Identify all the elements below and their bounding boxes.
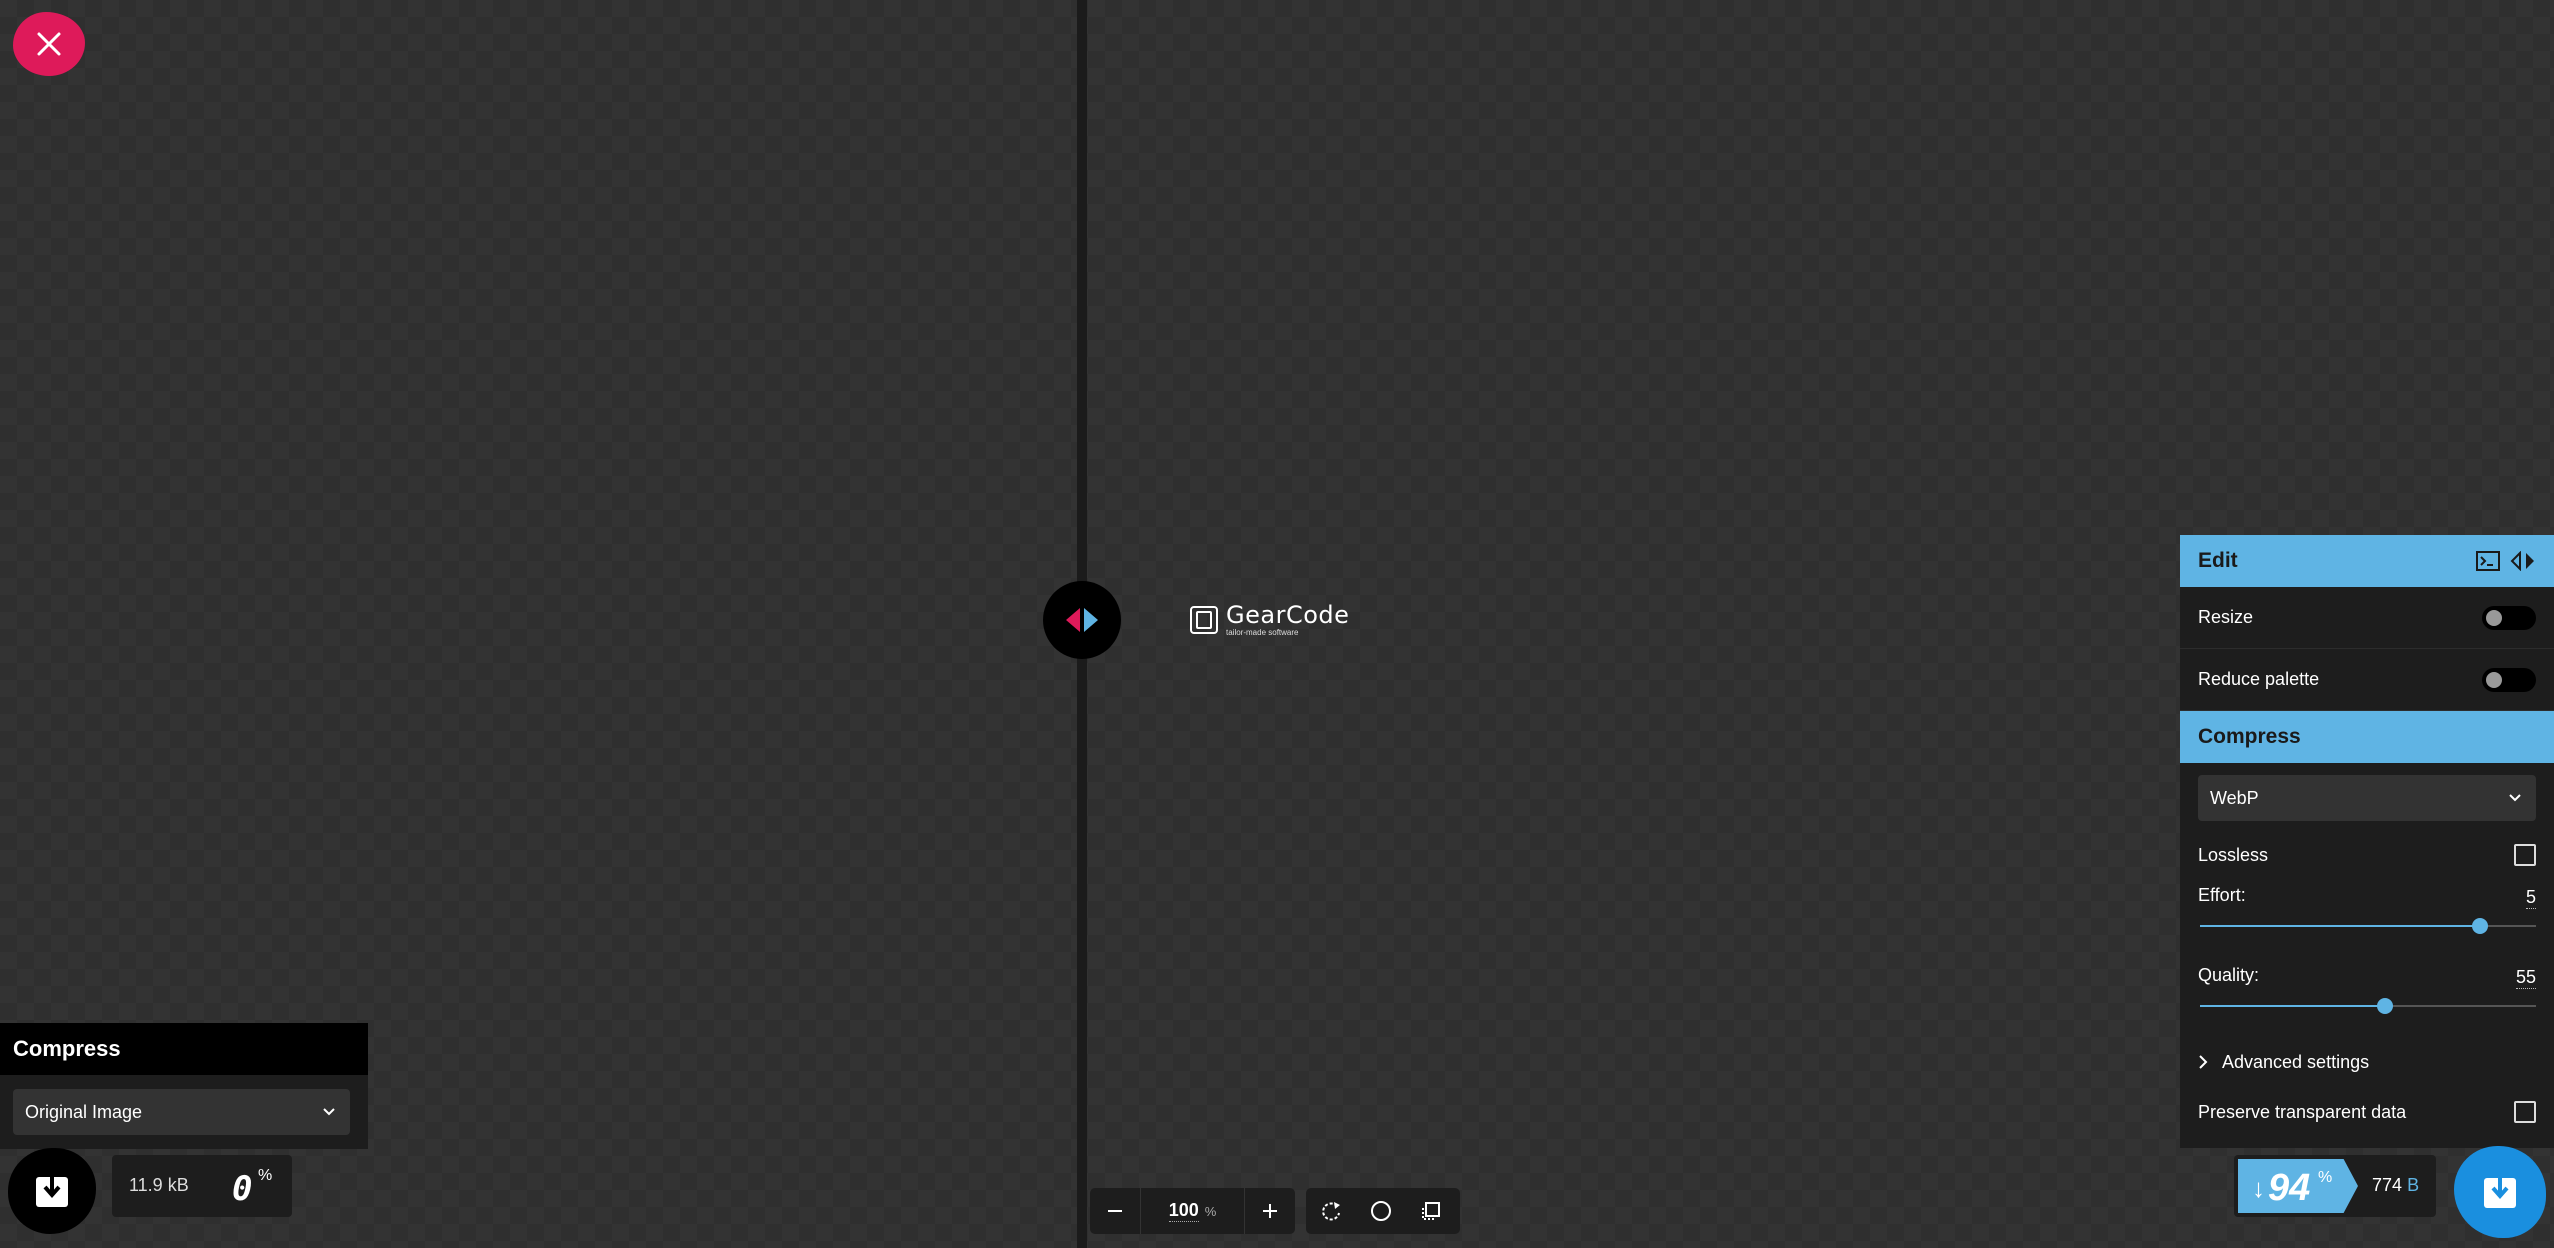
close-icon xyxy=(37,32,61,56)
quality-label: Quality: xyxy=(2198,965,2260,985)
reduce-palette-row: Reduce palette xyxy=(2180,649,2554,711)
zoom-controls: 100 % xyxy=(1090,1188,1295,1234)
circle-icon xyxy=(1371,1201,1391,1221)
fit-view-button[interactable] xyxy=(1406,1188,1456,1234)
left-percent-sign: % xyxy=(258,1167,273,1184)
effort-slider-thumb[interactable] xyxy=(2472,918,2488,934)
arrow-left-icon xyxy=(1066,608,1080,632)
left-compress-title: Compress xyxy=(0,1023,368,1075)
effort-value[interactable]: 5 xyxy=(2525,887,2536,909)
right-file-size-value: 774 xyxy=(2372,1175,2403,1195)
logo-text: GearCode xyxy=(1226,601,1350,629)
savings-percent: 94 xyxy=(2268,1167,2311,1209)
quality-slider-thumb[interactable] xyxy=(2376,998,2393,1014)
right-file-size-unit: B xyxy=(2407,1175,2420,1195)
zoom-in-button[interactable] xyxy=(1245,1188,1295,1234)
format-value: WebP xyxy=(2210,787,2259,808)
zoom-unit: % xyxy=(1204,1203,1217,1219)
savings-badge: ↓ 94 % xyxy=(2238,1159,2358,1213)
chevron-down-icon xyxy=(2509,794,2521,802)
compress-section-header: Compress xyxy=(2180,711,2554,763)
rotate-icon xyxy=(1322,1202,1340,1221)
left-percent: 0 xyxy=(232,1169,253,1209)
compress-title: Compress xyxy=(2198,725,2301,748)
right-download-button[interactable] xyxy=(2454,1146,2546,1238)
right-size-info: ↓ 94 % 774 B xyxy=(2234,1155,2436,1217)
effort-label: Effort: xyxy=(2198,885,2246,905)
edit-title: Edit xyxy=(2198,549,2238,572)
download-icon xyxy=(2484,1178,2516,1208)
quality-slider-block: Quality: 55 xyxy=(2180,957,2554,1037)
lossless-label: Lossless xyxy=(2198,844,2269,865)
left-size-info: 11.9 kB 0 % xyxy=(112,1155,292,1217)
left-file-size: 11.9 kB xyxy=(129,1175,189,1195)
copy-settings-arrows-icon[interactable] xyxy=(2510,551,2536,571)
quality-slider-fill xyxy=(2200,1005,2385,1007)
image-preview: GearCode tailor-made software xyxy=(1190,603,1349,637)
background-toggle-button[interactable] xyxy=(1356,1188,1406,1234)
download-icon xyxy=(36,1177,68,1207)
format-select[interactable]: WebP xyxy=(2198,775,2536,821)
preserve-transparent-label: Preserve transparent data xyxy=(2198,1101,2407,1122)
right-options-panel: Edit Resize Reduce palette Compress WebP xyxy=(2180,535,2554,1148)
reduce-palette-label: Reduce palette xyxy=(2198,669,2320,689)
resize-row: Resize xyxy=(2180,587,2554,649)
lossless-row: Lossless xyxy=(2180,833,2554,877)
left-download-button[interactable] xyxy=(8,1148,96,1234)
arrow-right-icon xyxy=(1084,608,1098,632)
zoom-out-button[interactable] xyxy=(1090,1188,1140,1234)
edit-section-header: Edit xyxy=(2180,535,2554,587)
minus-icon xyxy=(1108,1210,1122,1212)
chevron-right-icon xyxy=(2199,1055,2208,1069)
quality-slider[interactable] xyxy=(2200,998,2536,1014)
advanced-settings-toggle[interactable]: Advanced settings xyxy=(2180,1037,2554,1087)
savings-arrow: ↓ xyxy=(2252,1173,2265,1203)
resize-label: Resize xyxy=(2198,607,2254,627)
quality-value[interactable]: 55 xyxy=(2515,967,2536,989)
reduce-palette-toggle[interactable] xyxy=(2482,667,2536,692)
effort-slider-fill xyxy=(2200,925,2480,927)
left-options-panel: Compress Original Image xyxy=(0,1023,368,1149)
lossless-checkbox[interactable] xyxy=(2514,844,2536,866)
left-method-value: Original Image xyxy=(25,1101,143,1122)
left-method-select[interactable]: Original Image xyxy=(13,1089,350,1135)
savings-percent-sign: % xyxy=(2318,1169,2333,1186)
effort-slider-block: Effort: 5 xyxy=(2180,877,2554,957)
plus-icon xyxy=(1263,1204,1277,1218)
frame-icon xyxy=(1422,1202,1440,1220)
advanced-settings-label: Advanced settings xyxy=(2222,1051,2370,1072)
logo-mark-icon xyxy=(1190,606,1218,634)
zoom-value[interactable]: 100 xyxy=(1168,1200,1199,1222)
terminal-icon[interactable] xyxy=(2476,551,2500,571)
logo-tagline: tailor-made software xyxy=(1226,628,1299,637)
preserve-transparent-checkbox[interactable] xyxy=(2514,1101,2536,1123)
zoom-level[interactable]: 100 % xyxy=(1140,1188,1245,1234)
right-file-size: 774 B xyxy=(2372,1175,2419,1196)
divider-handle[interactable] xyxy=(1043,581,1121,659)
resize-toggle[interactable] xyxy=(2482,605,2536,630)
chevron-down-icon xyxy=(323,1108,335,1116)
close-button[interactable] xyxy=(13,12,85,76)
rotate-button[interactable] xyxy=(1306,1188,1356,1234)
preserve-transparent-row: Preserve transparent data xyxy=(2180,1087,2554,1137)
view-tools xyxy=(1306,1188,1460,1234)
effort-slider[interactable] xyxy=(2200,918,2536,934)
